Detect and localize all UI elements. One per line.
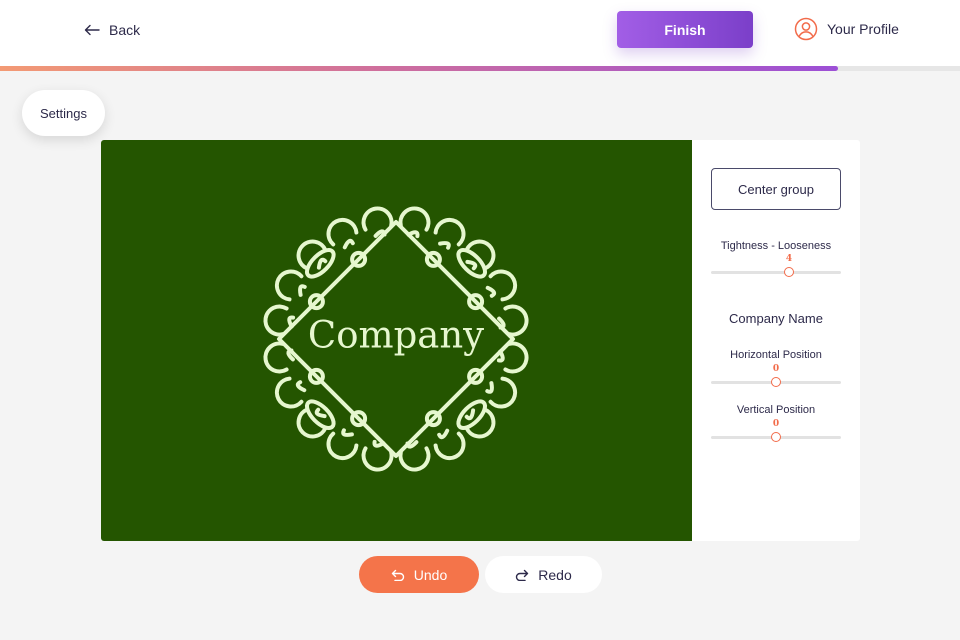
vertical-position-value: 0 bbox=[772, 419, 780, 429]
progress-bar bbox=[0, 66, 960, 71]
settings-button[interactable]: Settings bbox=[22, 90, 105, 136]
undo-button[interactable]: Undo bbox=[359, 556, 479, 593]
logo-canvas[interactable]: Company bbox=[101, 140, 692, 541]
undo-arrow-icon bbox=[391, 569, 404, 581]
undo-label: Undo bbox=[413, 566, 448, 583]
horizontal-position-slider[interactable]: 0 bbox=[711, 364, 841, 387]
tightness-slider-thumb[interactable] bbox=[784, 267, 794, 277]
back-link[interactable]: Back bbox=[84, 19, 140, 41]
logo-ornament: Company bbox=[263, 206, 529, 472]
redo-button[interactable]: Redo bbox=[485, 556, 602, 593]
center-group-button[interactable]: Center group bbox=[711, 168, 841, 210]
progress-fill bbox=[0, 66, 839, 71]
vertical-position-thumb[interactable] bbox=[771, 432, 781, 442]
finish-button[interactable]: Finish bbox=[617, 11, 753, 48]
top-header: Back Finish Your Profile bbox=[0, 0, 960, 66]
tightness-slider[interactable]: 4 bbox=[711, 254, 841, 277]
profile-label: Your Profile bbox=[827, 21, 899, 37]
profile-link[interactable]: Your Profile bbox=[794, 17, 899, 41]
user-circle-icon bbox=[794, 17, 818, 41]
vertical-position-label: Vertical Position bbox=[736, 404, 816, 416]
horizontal-position-label: Horizontal Position bbox=[730, 349, 822, 361]
back-label: Back bbox=[109, 22, 141, 38]
horizontal-position-thumb[interactable] bbox=[771, 377, 781, 387]
redo-label: Redo bbox=[538, 566, 572, 583]
tightness-value: 4 bbox=[785, 254, 793, 264]
company-text[interactable]: Company bbox=[308, 314, 484, 357]
company-name-title: Company Name bbox=[729, 311, 823, 326]
redo-arrow-icon bbox=[516, 569, 529, 581]
horizontal-position-value: 0 bbox=[772, 364, 780, 374]
tightness-label: Tightness - Looseness bbox=[720, 240, 832, 252]
properties-panel: Center group Tightness - Looseness 4 Com… bbox=[692, 140, 860, 541]
arrow-left-icon bbox=[84, 24, 100, 36]
vertical-position-slider[interactable]: 0 bbox=[711, 419, 841, 442]
